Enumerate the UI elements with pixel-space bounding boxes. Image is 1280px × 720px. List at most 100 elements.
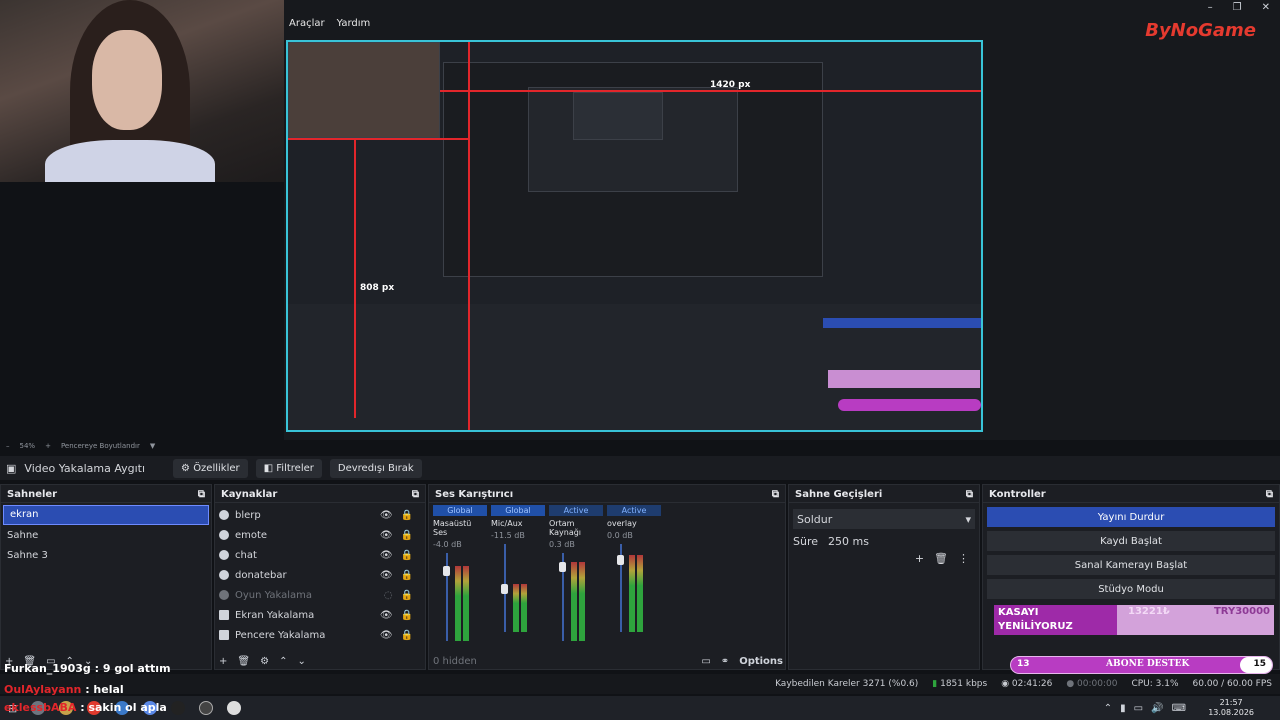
obs-icon[interactable] <box>199 701 214 715</box>
close-icon[interactable]: ✕ <box>1262 2 1270 13</box>
source-item[interactable]: donatebar 👁 🔒 <box>215 565 425 585</box>
layout-icon[interactable]: ▭ <box>701 656 710 667</box>
source-item[interactable]: blerp 👁 🔒 <box>215 505 425 525</box>
eye-icon[interactable]: 👁 <box>380 610 393 621</box>
volume-meter[interactable] <box>549 553 603 641</box>
virtual-camera-button[interactable]: Sanal Kamerayı Başlat <box>987 555 1275 575</box>
tray-up-icon[interactable]: ⌃ <box>1104 703 1112 714</box>
eye-hidden-icon[interactable]: ◌ <box>384 590 393 601</box>
scene-item[interactable]: Sahne <box>1 527 211 547</box>
eye-icon[interactable]: 👁 <box>380 550 393 561</box>
channel-name[interactable]: Mic/Aux <box>491 519 545 528</box>
sources-title: Kaynaklar <box>221 489 278 500</box>
lock-icon[interactable]: 🔒 <box>401 630 413 641</box>
rec-time: ● 00:00:00 <box>1066 679 1118 689</box>
channel-name[interactable]: Ortam Kaynağı <box>549 519 603 537</box>
menu-tools[interactable]: Araçlar <box>289 18 325 29</box>
studio-mode-button[interactable]: Stüdyo Modu <box>987 579 1275 599</box>
source-item[interactable]: chat 👁 🔒 <box>215 545 425 565</box>
stop-stream-button[interactable]: Yayını Durdur <box>987 507 1275 527</box>
filters-button[interactable]: ◧ Filtreler <box>255 458 322 478</box>
app-icon[interactable] <box>171 701 186 715</box>
sources-footer: + 🗑 ⚙ ⌃ ⌄ <box>219 656 306 667</box>
clock-date: 13.08.2026 <box>1208 708 1254 717</box>
app-icon[interactable] <box>227 701 242 715</box>
dock-menu-icon[interactable]: ⧉ <box>198 489 205 500</box>
volume-icon[interactable]: 🔊 <box>1151 703 1163 714</box>
maximize-icon[interactable]: ❐ <box>1233 2 1242 13</box>
transition-select[interactable]: Soldur ▾ <box>793 509 975 529</box>
trash-icon[interactable]: 🗑 <box>237 656 250 667</box>
zoom-in-icon[interactable]: + <box>45 442 51 450</box>
source-toolbar: ▣ Video Yakalama Aygıtı ⚙ Özellikler ◧ F… <box>0 456 1280 480</box>
link-icon[interactable]: ⚭ <box>721 656 729 667</box>
duration-input[interactable]: 250 ms <box>828 535 975 548</box>
source-label: Ekran Yakalama <box>235 609 315 621</box>
chat-message: Furkan_1903g : 9 gol attım <box>4 662 171 675</box>
source-label: chat <box>235 549 257 561</box>
hidden-count: 0 hidden <box>433 656 477 667</box>
volume-meter[interactable] <box>607 544 661 632</box>
controls-title: Kontroller <box>989 489 1046 500</box>
menu-help[interactable]: Yardım <box>337 18 371 29</box>
dock-menu-icon[interactable]: ⧉ <box>966 489 973 500</box>
more-icon[interactable]: ⋮ <box>958 552 969 565</box>
channel-tag: Active <box>549 505 603 516</box>
sources-dock: Kaynaklar ⧉ blerp 👁 🔒 emote 👁 🔒 chat 👁 🔒 donate… <box>214 484 426 670</box>
kasa-text-2: YENİLİYORUZ <box>998 621 1073 632</box>
network-icon[interactable]: ▭ <box>1134 703 1143 714</box>
zoom-bar: – 54% + Pencereye Boyutlandır ▼ <box>0 440 1280 452</box>
gear-icon[interactable]: ⚙ <box>260 656 269 667</box>
volume-meter[interactable] <box>491 544 545 632</box>
properties-button[interactable]: ⚙ Özellikler <box>173 458 248 478</box>
zoom-out-icon[interactable]: – <box>6 442 10 450</box>
system-clock[interactable]: 21:57 13.08.2026 <box>1208 698 1254 718</box>
minimize-icon[interactable]: – <box>1208 2 1213 13</box>
add-icon[interactable]: + <box>915 552 924 565</box>
source-item[interactable]: emote 👁 🔒 <box>215 525 425 545</box>
language-icon[interactable]: ⌨ <box>1172 703 1186 714</box>
eye-icon[interactable]: 👁 <box>380 530 393 541</box>
volume-meter[interactable] <box>433 553 487 641</box>
lock-icon[interactable]: 🔒 <box>401 550 413 561</box>
up-icon[interactable]: ⌃ <box>279 656 287 667</box>
volume-slider-knob[interactable] <box>501 583 508 594</box>
lock-icon[interactable]: 🔒 <box>401 590 413 601</box>
source-item[interactable]: Ekran Yakalama 👁 🔒 <box>215 605 425 625</box>
trash-icon[interactable]: 🗑 <box>934 552 948 565</box>
lock-icon[interactable]: 🔒 <box>401 530 413 541</box>
dock-menu-icon[interactable]: ⧉ <box>772 489 779 500</box>
lock-icon[interactable]: 🔒 <box>401 570 413 581</box>
source-item[interactable]: Pencere Yakalama 👁 🔒 <box>215 625 425 645</box>
mixer-channel: Active Ortam Kaynağı 0.3 dB <box>549 505 603 641</box>
options-button[interactable]: Options <box>739 656 783 667</box>
eye-icon[interactable]: 👁 <box>380 570 393 581</box>
start-record-button[interactable]: Kaydı Başlat <box>987 531 1275 551</box>
channel-name[interactable]: Masaüstü Ses <box>433 519 487 537</box>
eye-icon[interactable]: 👁 <box>380 630 393 641</box>
eye-icon[interactable]: 👁 <box>380 510 393 521</box>
volume-slider-knob[interactable] <box>617 554 624 565</box>
taskbar: ⊞ ⌃ ▮ ▭ 🔊 ⌨ <box>0 696 1280 720</box>
scene-item[interactable]: Sahne 3 <box>1 547 211 567</box>
webcam-person-face <box>92 30 162 130</box>
down-icon[interactable]: ⌄ <box>297 656 305 667</box>
dock-menu-icon[interactable]: ⧉ <box>1266 489 1273 500</box>
dock-menu-icon[interactable]: ⧉ <box>412 489 419 500</box>
chat-text: : sakin ol apla <box>76 701 167 714</box>
lock-icon[interactable]: 🔒 <box>401 610 413 621</box>
channel-tag: Global <box>491 505 545 516</box>
source-item[interactable]: Oyun Yakalama ◌ 🔒 <box>215 585 425 605</box>
usb-icon[interactable]: ▮ <box>1120 703 1126 714</box>
chevron-down-icon[interactable]: ▼ <box>150 442 155 450</box>
volume-slider-knob[interactable] <box>443 566 450 577</box>
mixer-channel: Global Mic/Aux -11.5 dB <box>491 505 545 641</box>
fit-to-window[interactable]: Pencereye Boyutlandır <box>61 442 140 450</box>
deactivate-button[interactable]: Devredışı Bırak <box>329 458 422 478</box>
window-icon <box>219 630 229 640</box>
add-icon[interactable]: + <box>219 656 227 667</box>
volume-slider-knob[interactable] <box>559 561 566 572</box>
channel-name[interactable]: overlay <box>607 519 661 528</box>
scene-item[interactable]: ekran <box>3 505 209 525</box>
lock-icon[interactable]: 🔒 <box>401 510 413 521</box>
